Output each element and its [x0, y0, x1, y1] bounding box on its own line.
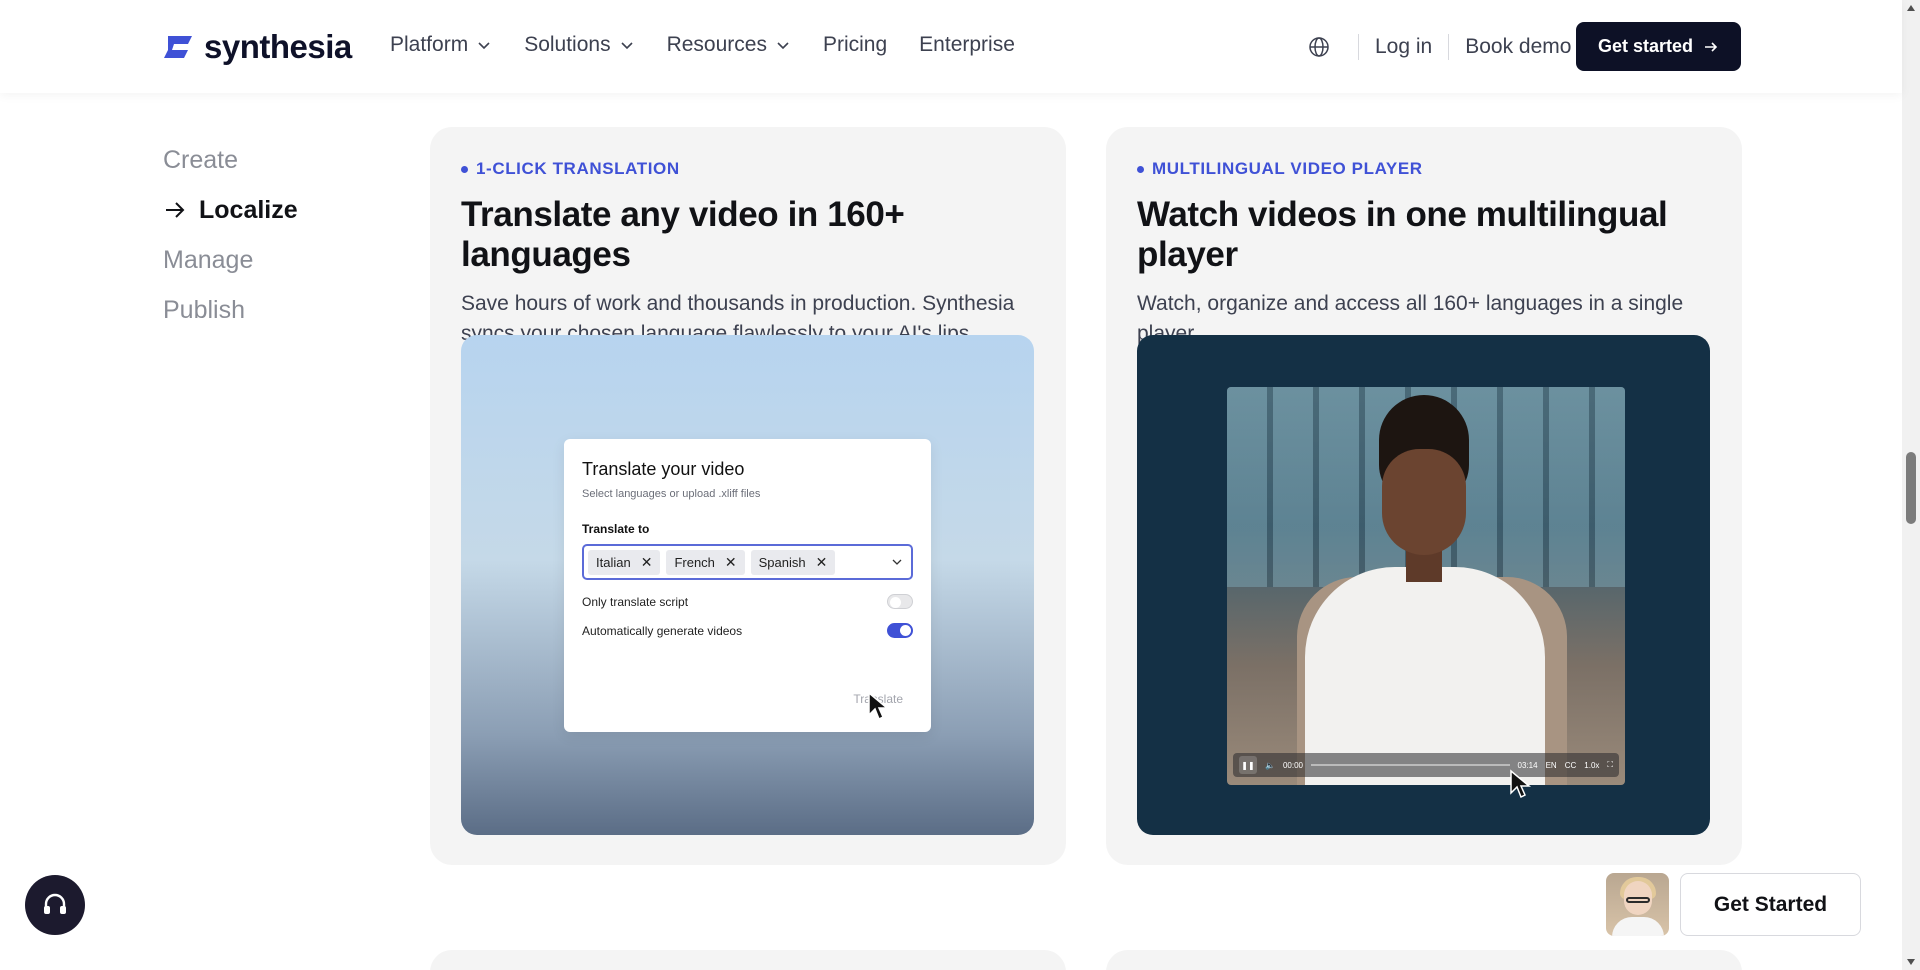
option-label: Automatically generate videos — [582, 623, 743, 638]
bullet-dot-icon — [1137, 165, 1144, 173]
next-card-peek — [430, 950, 1066, 970]
option-row: Only translate script — [582, 594, 913, 609]
scroll-down-icon[interactable] — [1907, 959, 1915, 965]
nav-pricing[interactable]: Pricing — [823, 33, 887, 57]
get-started-label: Get started — [1597, 36, 1694, 56]
dialog-subtitle: Select languages or upload .xliff files — [582, 488, 761, 500]
presenter-face — [1382, 449, 1466, 555]
dialog-title: Translate your video — [582, 459, 745, 479]
current-time: 00:00 — [1282, 760, 1303, 770]
support-chat-button[interactable] — [25, 875, 85, 935]
feature-steps: Create Localize Manage Publish — [163, 135, 298, 335]
card-title: Translate any video in 160+ languages — [461, 195, 905, 274]
scroll-up-icon[interactable] — [1907, 5, 1915, 11]
step-publish-label: Publish — [163, 296, 245, 324]
video-preview[interactable]: ❚❚ 🔈 00:00 03:14 EN CC 1.0x ⛶ — [1227, 387, 1625, 785]
page-scrollbar[interactable] — [1902, 0, 1920, 970]
nav-resources-label: Resources — [666, 33, 767, 56]
login-link[interactable]: Log in — [1359, 35, 1448, 59]
bullet-dot-icon — [461, 165, 468, 173]
step-localize-label: Localize — [199, 196, 298, 224]
feature-card-translation: 1-CLICK TRANSLATION Translate any video … — [430, 127, 1066, 865]
language-badge[interactable]: EN — [1546, 761, 1557, 770]
nav-enterprise-label: Enterprise — [919, 33, 1015, 56]
toggle-knob — [890, 597, 901, 608]
get-started-button[interactable]: Get started — [1576, 22, 1741, 71]
nav-solutions[interactable]: Solutions — [524, 33, 634, 57]
synthesia-logo[interactable]: synthesia — [160, 28, 352, 66]
step-publish[interactable]: Publish — [163, 285, 298, 335]
video-controls: ❚❚ 🔈 00:00 03:14 EN CC 1.0x ⛶ — [1233, 753, 1619, 777]
floating-get-started-button[interactable]: Get Started — [1680, 873, 1861, 936]
step-manage-label: Manage — [163, 246, 254, 274]
toggle-knob — [900, 625, 911, 636]
synthesia-logo-icon — [164, 36, 192, 58]
card-eyebrow-text: MULTILINGUAL VIDEO PLAYER — [1152, 159, 1423, 178]
pause-icon[interactable]: ❚❚ — [1239, 756, 1257, 774]
avatar-shirt — [1612, 917, 1664, 936]
remove-icon[interactable]: ✕ — [641, 554, 653, 571]
translation-illustration: Translate your video Select languages or… — [461, 335, 1034, 835]
chevron-down-icon — [777, 42, 789, 50]
nav-right-group: Log in Book demo — [1308, 22, 1587, 71]
card-title: Watch videos in one multilingual player — [1137, 195, 1668, 274]
nav-solutions-label: Solutions — [524, 33, 611, 56]
step-localize[interactable]: Localize — [163, 185, 298, 235]
chevron-down-icon — [621, 42, 633, 50]
headset-icon — [44, 893, 66, 914]
nav-platform[interactable]: Platform — [390, 33, 492, 57]
card-eyebrow: MULTILINGUAL VIDEO PLAYER — [1137, 159, 1711, 179]
translate-to-label: Translate to — [582, 522, 650, 536]
language-chip-label: French — [674, 554, 715, 570]
chevron-down-icon — [892, 559, 902, 565]
speed-button[interactable]: 1.0x — [1584, 761, 1599, 770]
card-eyebrow: 1-CLICK TRANSLATION — [461, 159, 1035, 179]
option-label: Only translate script — [582, 594, 689, 609]
language-chip: French ✕ — [666, 549, 745, 575]
language-chip: Spanish ✕ — [750, 549, 836, 575]
auto-generate-toggle[interactable] — [887, 623, 913, 638]
step-create[interactable]: Create — [163, 135, 298, 185]
nav-links: Platform Solutions Resources Pricing Ent… — [390, 33, 1015, 57]
scroll-thumb[interactable] — [1906, 452, 1916, 524]
chevron-down-icon — [478, 42, 490, 50]
next-card-peek — [1106, 950, 1742, 970]
volume-icon[interactable]: 🔈 — [1265, 761, 1275, 770]
mouse-cursor-icon — [868, 691, 889, 721]
captions-button[interactable]: CC — [1565, 761, 1577, 770]
fullscreen-icon[interactable]: ⛶ — [1607, 760, 1613, 770]
top-navigation: synthesia Platform Solutions Resources P… — [0, 0, 1902, 93]
logo-text: synthesia — [204, 28, 352, 65]
language-chip-label: Italian — [596, 554, 631, 570]
nav-resources[interactable]: Resources — [667, 33, 791, 57]
feature-card-player: MULTILINGUAL VIDEO PLAYER Watch videos i… — [1106, 127, 1742, 865]
nav-enterprise[interactable]: Enterprise — [919, 33, 1015, 57]
translate-dialog: Translate your video Select languages or… — [564, 439, 931, 732]
avatar-glasses — [1626, 897, 1650, 903]
step-create-label: Create — [163, 146, 239, 174]
avatar[interactable] — [1606, 873, 1669, 936]
nav-platform-label: Platform — [390, 33, 469, 56]
remove-icon[interactable]: ✕ — [816, 554, 828, 571]
mouse-cursor-icon — [1510, 769, 1531, 799]
player-illustration: ❚❚ 🔈 00:00 03:14 EN CC 1.0x ⛶ — [1137, 335, 1710, 835]
remove-icon[interactable]: ✕ — [725, 554, 737, 571]
language-chip-label: Spanish — [758, 554, 806, 570]
globe-icon[interactable] — [1308, 36, 1330, 58]
book-demo-link[interactable]: Book demo — [1449, 35, 1587, 59]
language-select[interactable]: Italian ✕ French ✕ Spanish ✕ — [582, 544, 913, 580]
only-script-toggle[interactable] — [887, 594, 913, 609]
card-eyebrow-text: 1-CLICK TRANSLATION — [476, 159, 680, 178]
option-row: Automatically generate videos — [582, 623, 913, 638]
step-manage[interactable]: Manage — [163, 235, 298, 285]
arrow-right-icon — [166, 202, 185, 218]
arrow-right-icon — [1705, 41, 1718, 52]
language-chip: Italian ✕ — [588, 549, 661, 575]
progress-track[interactable] — [1311, 764, 1510, 766]
nav-pricing-label: Pricing — [822, 33, 888, 56]
